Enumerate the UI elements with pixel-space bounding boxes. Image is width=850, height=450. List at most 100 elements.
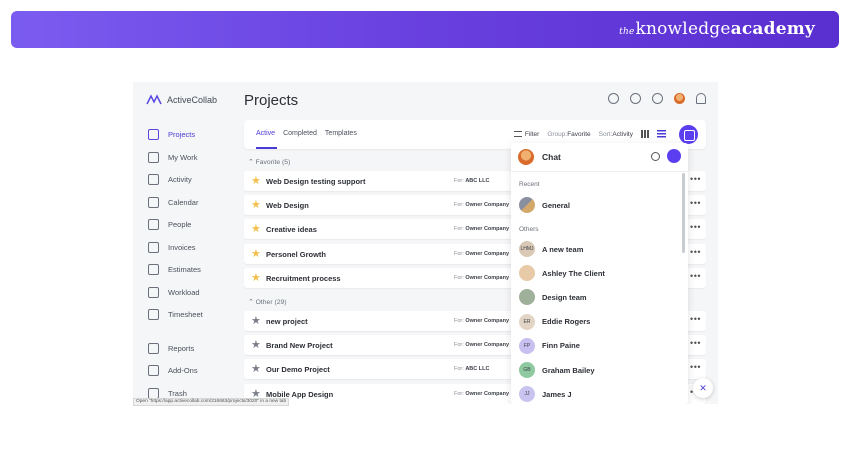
sidebar-item-label: Timesheet xyxy=(168,309,203,319)
project-tabs: Active Completed Templates xyxy=(256,130,357,137)
chat-item[interactable]: Design team xyxy=(519,289,587,306)
project-client: For: Owner Company xyxy=(454,342,510,349)
sidebar-item-label: People xyxy=(168,219,192,229)
sidebar-item-my-work[interactable]: My Work xyxy=(148,150,238,164)
chat-item[interactable]: LHMJ A new team xyxy=(519,241,583,257)
sidebar-item-label: Workload xyxy=(168,287,200,297)
sidebar-item-invoices[interactable]: Invoices xyxy=(148,240,238,254)
sidebar-item-people[interactable]: People xyxy=(148,217,238,231)
filter-icon xyxy=(513,130,522,137)
star-icon[interactable]: ★ xyxy=(251,198,261,212)
user-avatar[interactable] xyxy=(674,93,685,104)
star-icon[interactable]: ★ xyxy=(251,271,261,285)
star-icon[interactable]: ★ xyxy=(251,362,261,376)
chat-item[interactable]: ER Eddie Rogers xyxy=(519,313,590,330)
chat-item[interactable]: GB Graham Bailey xyxy=(519,362,595,378)
chat-avatar xyxy=(519,289,535,306)
project-name: Recruitment process xyxy=(266,273,341,283)
project-client: For: ABC LLC xyxy=(454,178,490,184)
star-icon[interactable]: ★ xyxy=(251,174,261,188)
star-icon[interactable]: ★ xyxy=(251,247,261,261)
tab-templates[interactable]: Templates xyxy=(325,130,357,137)
row-menu-icon[interactable]: ••• xyxy=(690,174,701,184)
sidebar-item-workload[interactable]: Workload xyxy=(148,285,238,299)
chat-avatar: ER xyxy=(519,313,535,330)
other-section-label[interactable]: ⌃ Other (29) xyxy=(248,298,287,306)
row-menu-icon[interactable]: ••• xyxy=(690,247,701,257)
sidebar-item-reports[interactable]: Reports xyxy=(148,341,238,355)
close-chat-button[interactable]: ✕ xyxy=(693,378,713,398)
project-name: Brand New Project xyxy=(266,341,333,351)
chat-scrollbar[interactable] xyxy=(682,173,685,253)
app-logo[interactable]: ActiveCollab xyxy=(146,94,217,106)
chat-search-icon[interactable] xyxy=(651,152,660,161)
project-name: Creative ideas xyxy=(266,225,317,235)
sidebar-item-label: Projects xyxy=(168,129,196,139)
tab-active[interactable]: Active xyxy=(256,130,275,137)
sidebar-item-estimates[interactable]: Estimates xyxy=(148,262,238,276)
project-name: new project xyxy=(266,317,308,326)
people-icon xyxy=(148,218,159,230)
sidebar-item-timesheet[interactable]: Timesheet xyxy=(148,307,238,321)
grid-view-icon[interactable] xyxy=(641,130,649,138)
chat-user-avatar xyxy=(518,149,534,165)
filter-button[interactable]: Filter xyxy=(513,130,539,138)
chat-avatar: FP xyxy=(519,337,535,354)
clock-icon[interactable] xyxy=(608,93,619,104)
bell-icon[interactable] xyxy=(696,93,706,104)
invoices-icon xyxy=(148,241,159,253)
chat-item[interactable]: Ashley The Client xyxy=(519,265,605,282)
chat-name: Graham Bailey xyxy=(542,365,595,375)
project-name: Personel Growth xyxy=(266,249,327,259)
sidebar-item-add-ons[interactable]: Add-Ons xyxy=(148,363,238,377)
project-client: For: Owner Company xyxy=(454,202,510,209)
recent-label: Recent xyxy=(519,181,540,188)
estimates-icon xyxy=(148,263,159,275)
star-icon[interactable]: ★ xyxy=(251,338,261,352)
sidebar-item-label: Reports xyxy=(168,343,195,353)
row-menu-icon[interactable]: ••• xyxy=(690,271,701,281)
chat-item[interactable]: JJ James J xyxy=(519,386,572,403)
activecollab-app: ActiveCollab Projects My Work Activity Cale… xyxy=(133,82,718,404)
sidebar-item-activity[interactable]: Activity xyxy=(148,172,238,186)
help-icon[interactable] xyxy=(652,93,663,104)
favorite-section-label[interactable]: ⌃ Favorite (5) xyxy=(248,158,290,166)
sidebar-item-projects[interactable]: Projects xyxy=(148,127,238,141)
new-chat-button[interactable] xyxy=(667,149,681,163)
project-name: Web Design xyxy=(266,201,309,211)
divider xyxy=(511,171,688,172)
others-label: Others xyxy=(519,226,539,233)
activity-icon xyxy=(148,173,159,185)
add-project-button[interactable] xyxy=(679,125,698,144)
row-menu-icon[interactable]: ••• xyxy=(690,338,701,348)
header-icons xyxy=(608,93,706,104)
chat-avatar: GB xyxy=(519,362,535,378)
chat-panel: Chat Recent General Others LHMJ A new tea… xyxy=(511,143,688,404)
sidebar-item-label: Estimates xyxy=(168,264,201,274)
chat-item[interactable]: FP Finn Paine xyxy=(519,337,580,354)
row-menu-icon[interactable]: ••• xyxy=(690,222,701,232)
chat-item-general[interactable]: General xyxy=(519,197,570,213)
row-menu-icon[interactable]: ••• xyxy=(690,198,701,208)
star-icon[interactable]: ★ xyxy=(251,314,261,328)
row-menu-icon[interactable]: ••• xyxy=(690,362,701,372)
chat-title: Chat xyxy=(542,152,561,162)
sidebar-item-calendar[interactable]: Calendar xyxy=(148,195,238,209)
project-client: For: Owner Company xyxy=(454,390,510,397)
project-client: For: Owner Company xyxy=(454,274,510,281)
search-icon[interactable] xyxy=(630,93,641,104)
toolbar-controls: Filter Group:Favorite Sort:Activity xyxy=(513,130,666,138)
timesheet-icon xyxy=(148,308,159,320)
sort-selector[interactable]: Sort:Activity xyxy=(599,131,633,138)
star-icon[interactable]: ★ xyxy=(251,222,261,236)
chat-avatar: LHMJ xyxy=(519,241,535,257)
my-work-icon xyxy=(148,151,159,163)
group-selector[interactable]: Group:Favorite xyxy=(547,131,590,138)
sidebar-item-label: Activity xyxy=(168,174,192,184)
app-name: ActiveCollab xyxy=(167,95,218,105)
list-view-icon[interactable] xyxy=(657,130,666,138)
activecollab-logo-icon xyxy=(146,94,162,105)
row-menu-icon[interactable]: ••• xyxy=(690,314,701,324)
project-client: For: Owner Company xyxy=(454,250,510,257)
tab-completed[interactable]: Completed xyxy=(283,130,317,137)
